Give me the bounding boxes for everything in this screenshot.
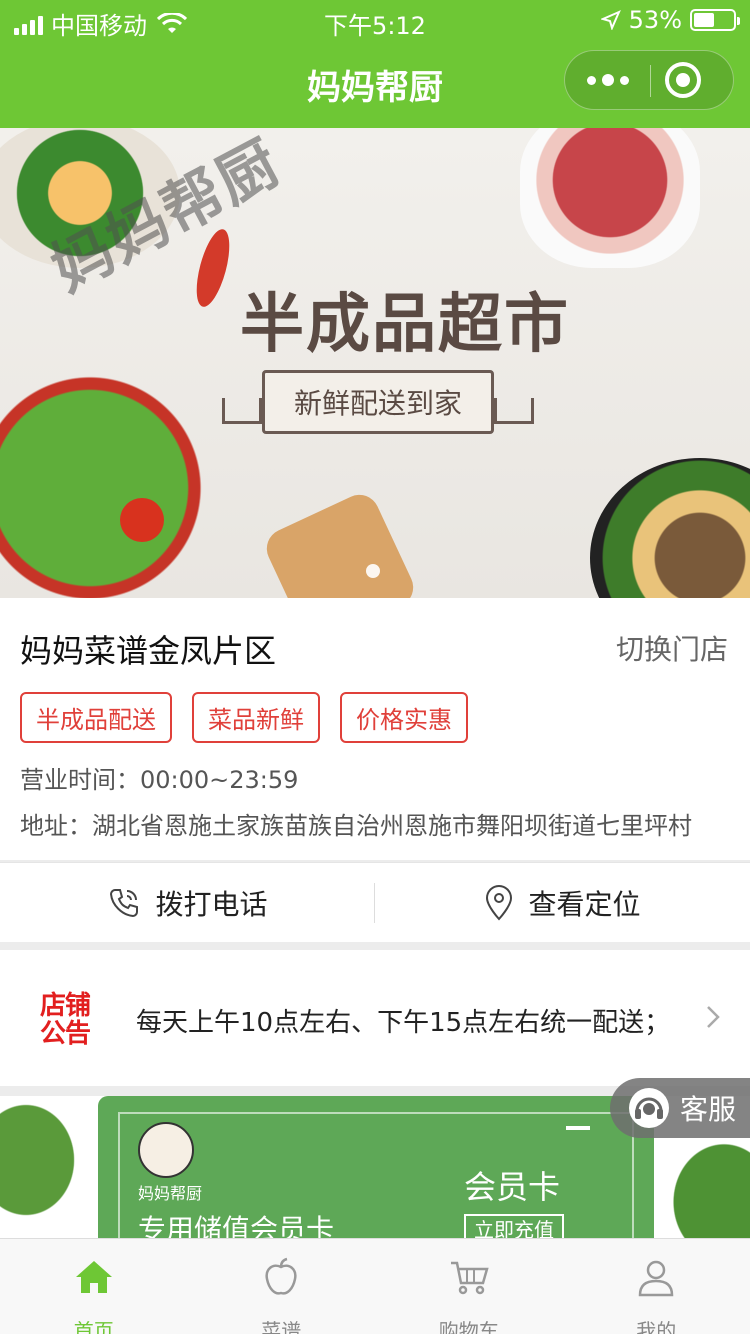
store-address: 地址：湖北省恩施土家族苗族自治州恩施市舞阳坝街道七里坪村 xyxy=(20,812,692,840)
store-actions: 拨打电话 查看定位 xyxy=(0,862,750,942)
card-brand: 妈妈帮厨 xyxy=(138,1184,203,1203)
card-title: 会员卡 xyxy=(464,1168,561,1206)
store-tag: 半成品配送 xyxy=(20,692,172,743)
store-notice[interactable]: 店铺公告 每天上午10点左右、下午15点左右统一配送； xyxy=(0,950,750,1086)
store-tag: 价格实惠 xyxy=(340,692,468,743)
tab-cart[interactable]: 购物车 xyxy=(375,1239,563,1334)
business-hours: 营业时间：00:00~23:59 xyxy=(20,766,299,794)
ribbon-tail-left xyxy=(222,398,262,424)
customer-service-button[interactable]: 客服 xyxy=(610,1078,750,1138)
tab-label: 菜谱 xyxy=(261,1319,302,1334)
more-dot-icon xyxy=(619,75,629,85)
tab-mine[interactable]: 我的 xyxy=(563,1239,750,1334)
banner-ribbon: 新鲜配送到家 xyxy=(262,370,494,434)
chevron-right-icon xyxy=(707,1006,720,1028)
chef-logo-icon xyxy=(138,1122,194,1178)
ribbon-tail-right xyxy=(494,398,534,424)
location-arrow-icon xyxy=(600,10,621,30)
apple-icon xyxy=(265,1257,297,1295)
switch-store-button[interactable]: 切换门店 xyxy=(616,628,728,668)
battery-fill xyxy=(694,13,715,27)
notice-badge: 店铺公告 xyxy=(40,991,91,1049)
more-dot-icon xyxy=(601,74,614,86)
mini-program-capsule xyxy=(564,50,734,110)
greens-image xyxy=(0,368,220,598)
member-card: 妈妈帮厨 会员卡 专用储值会员卡 立即充值 xyxy=(98,1096,654,1238)
store-name: 妈妈菜谱金凤片区 xyxy=(20,632,277,670)
tab-home[interactable]: 首页 xyxy=(0,1239,188,1334)
tomato-image xyxy=(120,498,164,542)
status-bar: 中国移动 下午5:12 53% xyxy=(0,0,750,40)
battery-percent: 53% xyxy=(628,6,682,34)
meat-plate-image xyxy=(520,128,700,268)
banner-headline: 半成品超市 xyxy=(240,288,570,362)
user-icon xyxy=(638,1260,674,1297)
battery-icon xyxy=(690,9,740,31)
view-location-button[interactable]: 查看定位 xyxy=(375,863,750,943)
tab-recipes[interactable]: 菜谱 xyxy=(188,1239,376,1334)
tab-label: 首页 xyxy=(73,1319,114,1334)
tab-label: 我的 xyxy=(636,1319,677,1334)
call-button[interactable]: 拨打电话 xyxy=(0,863,375,943)
hotpot-image xyxy=(590,458,750,598)
headset-icon xyxy=(629,1088,669,1128)
tab-bar: 首页 菜谱 购物车 我的 xyxy=(0,1238,750,1334)
close-target-icon[interactable] xyxy=(665,62,701,98)
status-right: 53% xyxy=(600,6,740,34)
recharge-button[interactable]: 立即充值 xyxy=(464,1214,564,1238)
store-tags: 半成品配送 菜品新鲜 价格实惠 xyxy=(20,692,468,743)
promo-banner[interactable]: 妈妈帮厨 半成品超市 新鲜配送到家 xyxy=(0,128,750,598)
tab-label: 购物车 xyxy=(438,1319,499,1334)
home-icon xyxy=(75,1261,112,1293)
location-label: 查看定位 xyxy=(528,888,641,921)
store-tag: 菜品新鲜 xyxy=(192,692,320,743)
phone-icon xyxy=(110,889,139,918)
minus-icon xyxy=(566,1126,590,1130)
cutting-board-image xyxy=(260,488,420,598)
nav-bar: 妈妈帮厨 xyxy=(0,40,750,128)
leaf-decoration xyxy=(0,1096,110,1238)
carousel-indicator[interactable] xyxy=(366,564,380,578)
capsule-divider xyxy=(650,65,651,97)
card-subtitle: 专用储值会员卡 xyxy=(138,1213,335,1238)
more-button[interactable] xyxy=(565,51,650,109)
cart-icon xyxy=(450,1261,489,1295)
map-pin-icon xyxy=(486,885,513,921)
more-dot-icon xyxy=(586,75,596,85)
notice-text: 每天上午10点左右、下午15点左右统一配送； xyxy=(136,1008,671,1038)
call-label: 拨打电话 xyxy=(155,888,268,921)
service-label: 客服 xyxy=(680,1093,737,1126)
store-info: 妈妈菜谱金凤片区 切换门店 半成品配送 菜品新鲜 价格实惠 营业时间：00:00… xyxy=(0,598,750,860)
